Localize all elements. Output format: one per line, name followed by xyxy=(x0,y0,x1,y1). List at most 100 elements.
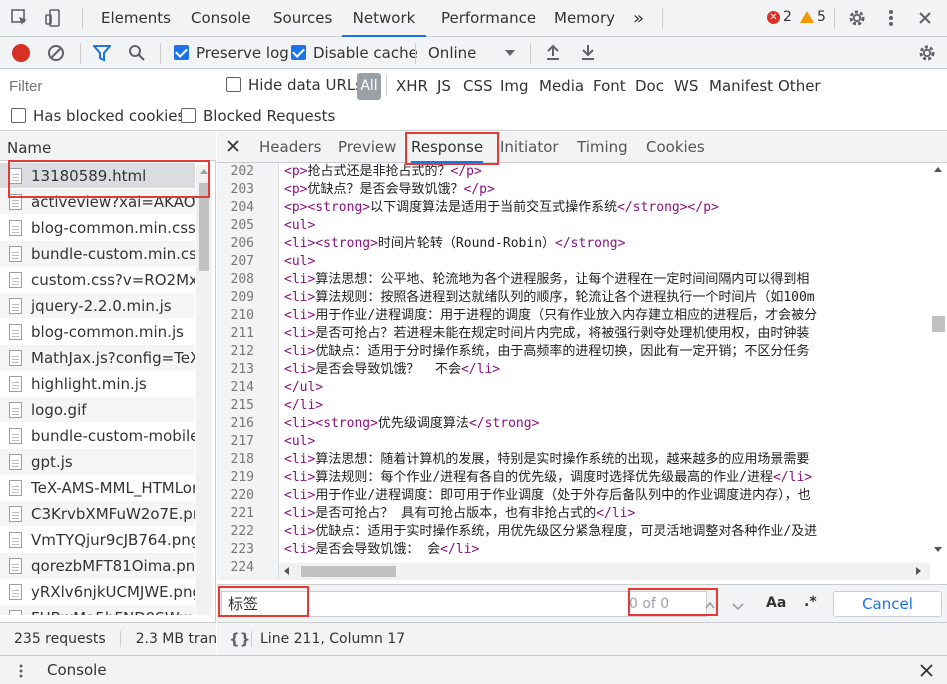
clear-icon[interactable] xyxy=(47,44,65,66)
tab-cookies[interactable]: Cookies xyxy=(646,132,705,163)
more-tabs-button[interactable]: » xyxy=(633,0,644,37)
export-har-icon[interactable] xyxy=(580,43,596,65)
request-row[interactable]: 13180589.html xyxy=(0,163,195,189)
disable-cache-checkbox[interactable] xyxy=(291,45,306,60)
blocked-requests-checkbox[interactable] xyxy=(181,108,196,123)
request-row[interactable]: jquery-2.2.0.min.js xyxy=(0,293,195,319)
chevron-down-icon[interactable] xyxy=(732,599,744,615)
scroll-left-arrow-icon[interactable] xyxy=(284,567,289,575)
scrollbar-thumb[interactable] xyxy=(199,183,209,271)
request-row[interactable]: activeview?xai=AKAOjst3 xyxy=(0,189,195,215)
request-row[interactable]: gpt.js xyxy=(0,449,195,475)
gear-icon[interactable] xyxy=(845,6,869,30)
request-row[interactable]: highlight.min.js xyxy=(0,371,195,397)
filter-type-xhr[interactable]: XHR xyxy=(396,77,428,95)
code-line: <li><strong>优先级调度算法</strong> xyxy=(284,416,540,431)
scroll-right-arrow-icon[interactable] xyxy=(916,567,921,575)
filter-type-manifest[interactable]: Manifest xyxy=(709,77,773,95)
filter-bar: Hide data URLs XHR JS CSS Img Media Font… xyxy=(0,69,947,101)
request-row[interactable]: qorezbMFT81Oima.png xyxy=(0,553,195,579)
tab-initiator[interactable]: Initiator xyxy=(500,132,559,163)
preserve-log-checkbox[interactable] xyxy=(174,45,189,60)
request-row[interactable]: TeX-AMS-MML_HTMLor. xyxy=(0,475,195,501)
filter-type-js[interactable]: JS xyxy=(437,77,451,95)
request-name: 13180589.html xyxy=(31,166,147,185)
filter-input[interactable] xyxy=(4,75,210,97)
device-toolbar-icon[interactable] xyxy=(42,6,66,30)
throttling-select[interactable]: Online xyxy=(428,44,476,62)
cancel-search-button[interactable]: Cancel xyxy=(833,591,942,617)
request-row[interactable]: bundle-custom-mobile... xyxy=(0,423,195,449)
close-drawer-icon[interactable] xyxy=(920,664,933,681)
scroll-up-arrow-icon[interactable] xyxy=(934,167,942,172)
name-column-header[interactable]: Name xyxy=(0,132,216,161)
filter-type-doc[interactable]: Doc xyxy=(635,77,664,95)
request-row[interactable]: FUBwMa5bFND9SWw.pn xyxy=(0,605,195,615)
tab-preview[interactable]: Preview xyxy=(338,132,396,163)
tab-headers[interactable]: Headers xyxy=(259,132,321,163)
request-row[interactable]: yRXlv6njkUCMJWE.png xyxy=(0,579,195,605)
more-options-icon[interactable] xyxy=(879,6,903,30)
line-number: 205 xyxy=(230,218,254,233)
search-icon[interactable] xyxy=(128,44,146,66)
line-number: 207 xyxy=(230,254,254,269)
tab-performance[interactable]: Performance xyxy=(441,0,536,37)
request-row[interactable]: logo.gif xyxy=(0,397,195,423)
response-code: <p>抢占式还是非抢占式的？</p> <p>优缺点？是否会导致饥饿？</p> <p>… xyxy=(284,163,930,577)
filter-type-media[interactable]: Media xyxy=(539,77,584,95)
network-settings-gear-icon[interactable] xyxy=(917,43,937,67)
drawer-menu-icon[interactable] xyxy=(18,664,24,682)
filter-type-other[interactable]: Other xyxy=(778,77,821,95)
pretty-print-icon[interactable]: {} xyxy=(229,623,250,655)
filter-type-css[interactable]: CSS xyxy=(463,77,493,95)
request-name: yRXlv6njkUCMJWE.png xyxy=(31,582,195,601)
close-devtools-icon[interactable] xyxy=(913,6,937,30)
hide-data-urls-checkbox[interactable] xyxy=(226,77,241,92)
scrollbar-thumb[interactable] xyxy=(301,566,396,577)
request-row[interactable]: blog-common.min.css xyxy=(0,215,195,241)
filter-type-all[interactable]: All xyxy=(357,73,381,100)
request-row[interactable]: bundle-custom.min.css xyxy=(0,241,195,267)
scroll-up-arrow-icon[interactable] xyxy=(200,169,208,174)
request-row[interactable]: MathJax.js?config=TeX-A xyxy=(0,345,195,371)
drawer-tab-console[interactable]: Console xyxy=(47,661,107,679)
match-case-toggle[interactable]: Aa xyxy=(766,595,786,611)
divider xyxy=(415,43,416,64)
request-row[interactable]: VmTYQjur9cJB764.png xyxy=(0,527,195,553)
line-number: 217 xyxy=(230,434,254,449)
inspect-element-icon[interactable] xyxy=(8,6,32,30)
filter-type-font[interactable]: Font xyxy=(593,77,626,95)
filter-type-ws[interactable]: WS xyxy=(674,77,698,95)
code-horizontal-scrollbar[interactable] xyxy=(279,563,930,580)
code-vertical-scrollbar[interactable] xyxy=(930,163,947,580)
request-row[interactable]: custom.css?v=RO2MxjlJ. xyxy=(0,267,195,293)
tab-network[interactable]: Network xyxy=(342,0,426,37)
line-number: 203 xyxy=(230,182,254,197)
close-icon[interactable] xyxy=(227,140,239,156)
tab-console[interactable]: Console xyxy=(191,0,251,37)
tab-sources[interactable]: Sources xyxy=(273,0,332,37)
request-row[interactable]: C3KrvbXMFuW2o7E.png xyxy=(0,501,195,527)
errors-counter[interactable]: ✕ 2 xyxy=(767,9,792,25)
chevron-up-icon[interactable] xyxy=(705,597,715,613)
tab-memory[interactable]: Memory xyxy=(554,0,615,37)
scrollbar-thumb[interactable] xyxy=(932,316,945,332)
errors-count: 2 xyxy=(783,9,792,25)
warnings-counter[interactable]: 5 xyxy=(800,9,826,25)
tab-response[interactable]: Response xyxy=(411,132,484,163)
filter-icon[interactable] xyxy=(91,44,113,66)
tab-elements[interactable]: Elements xyxy=(101,0,171,37)
tab-timing[interactable]: Timing xyxy=(577,132,628,163)
import-har-icon[interactable] xyxy=(545,43,561,65)
code-line: <li>是否可抢占？ 具有可抢占版本，也有非抢占式的</li> xyxy=(284,506,636,521)
record-icon[interactable] xyxy=(12,44,30,62)
has-blocked-cookies-checkbox[interactable] xyxy=(11,108,26,123)
request-name: bundle-custom.min.css xyxy=(31,244,195,263)
filter-type-img[interactable]: Img xyxy=(500,77,529,95)
response-source-viewer[interactable]: 202 203 204 205 206 207 208 209 210 211 212 213 214 2… xyxy=(217,163,930,580)
request-list-scrollbar[interactable] xyxy=(196,165,212,615)
regex-toggle[interactable]: .* xyxy=(804,594,817,610)
scroll-down-arrow-icon[interactable] xyxy=(934,547,942,552)
file-icon xyxy=(9,323,22,340)
request-row[interactable]: blog-common.min.js xyxy=(0,319,195,345)
